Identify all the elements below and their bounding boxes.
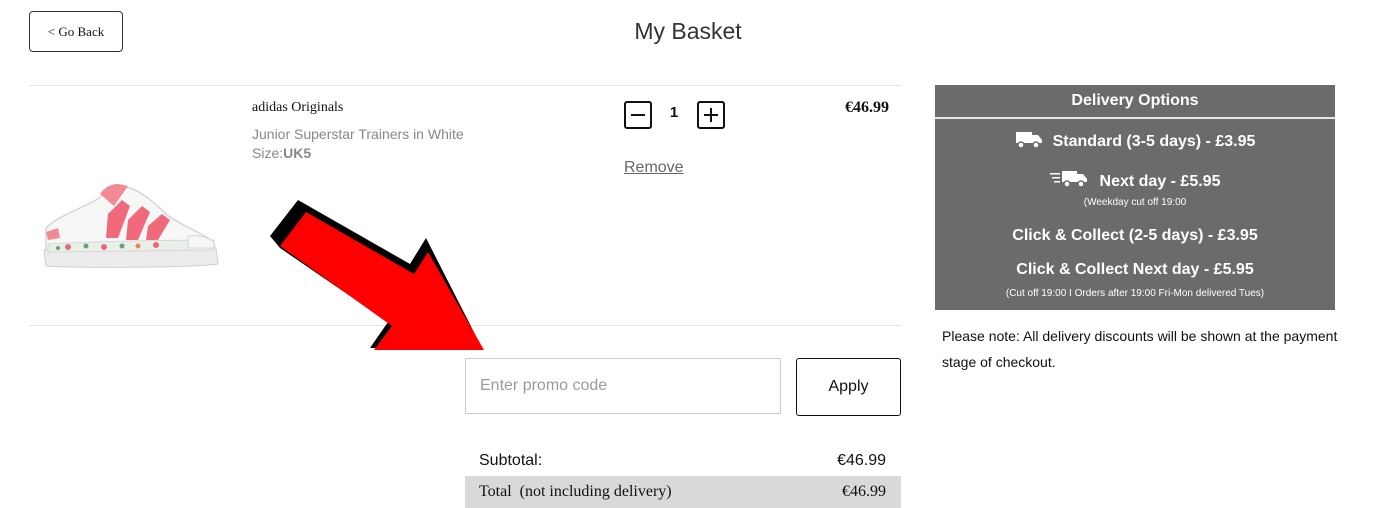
delivery-truck-icon	[1015, 132, 1042, 149]
page-title: My Basket	[634, 18, 742, 44]
plus-icon	[704, 108, 718, 122]
delivery-option-click-collect: Click & Collect (2-5 days) - £3.95	[935, 227, 1335, 245]
sneaker-icon	[43, 184, 219, 268]
total-row: Total (not including delivery) €46.99	[465, 476, 901, 508]
remove-item-link[interactable]: Remove	[624, 159, 684, 177]
delivery-option-note: (Weekday cut off 19:00	[1083, 197, 1187, 208]
product-brand: adidas Originals	[252, 100, 344, 115]
delivery-option-label: Click & Collect (2-5 days) - £3.95	[1012, 227, 1258, 244]
product-name[interactable]: Junior Superstar Trainers in White	[252, 126, 464, 142]
increase-quantity-button[interactable]	[697, 101, 725, 129]
delivery-option-label: Next day - £5.95	[1099, 173, 1221, 190]
quantity-value: 1	[669, 104, 679, 121]
size-label: Size:	[252, 145, 284, 161]
delivery-option-next-day: Next day - £5.95	[935, 169, 1335, 191]
delivery-option-standard: Standard (3-5 days) - £3.95	[935, 131, 1335, 151]
minus-icon	[631, 114, 645, 116]
delivery-options-title: Delivery Options	[935, 85, 1335, 119]
delivery-discount-note: Please note: All delivery discounts will…	[942, 328, 1338, 370]
delivery-option-label: Standard (3-5 days) - £3.95	[1052, 133, 1256, 150]
promo-code-input[interactable]	[465, 358, 781, 414]
size-value: UK5	[283, 145, 312, 161]
item-top-divider	[29, 85, 901, 86]
red-arrow-icon	[270, 200, 484, 350]
subtotal-row: Subtotal: €46.99	[465, 445, 901, 477]
decrease-quantity-button[interactable]	[624, 101, 652, 129]
delivery-options-panel: Delivery Options Standard (3-5 days) - £…	[935, 85, 1335, 310]
fast-delivery-truck-icon	[1049, 171, 1087, 188]
delivery-option-note: (Cut off 19:00 I Orders after 19:00 Fri-…	[1005, 288, 1265, 299]
delivery-option-label: Click & Collect Next day - £5.95	[1016, 261, 1254, 278]
delivery-option-click-collect-next-day: Click & Collect Next day - £5.95	[935, 261, 1335, 279]
item-price: €46.99	[845, 99, 889, 116]
product-image[interactable]	[38, 176, 222, 276]
apply-promo-button[interactable]: Apply	[796, 358, 901, 416]
product-size: Size:UK5	[252, 145, 311, 161]
subtotal-label: Subtotal:	[479, 452, 543, 469]
total-value: €46.99	[842, 483, 886, 500]
total-label: Total (not including delivery)	[479, 483, 672, 500]
subtotal-value: €46.99	[837, 452, 886, 469]
